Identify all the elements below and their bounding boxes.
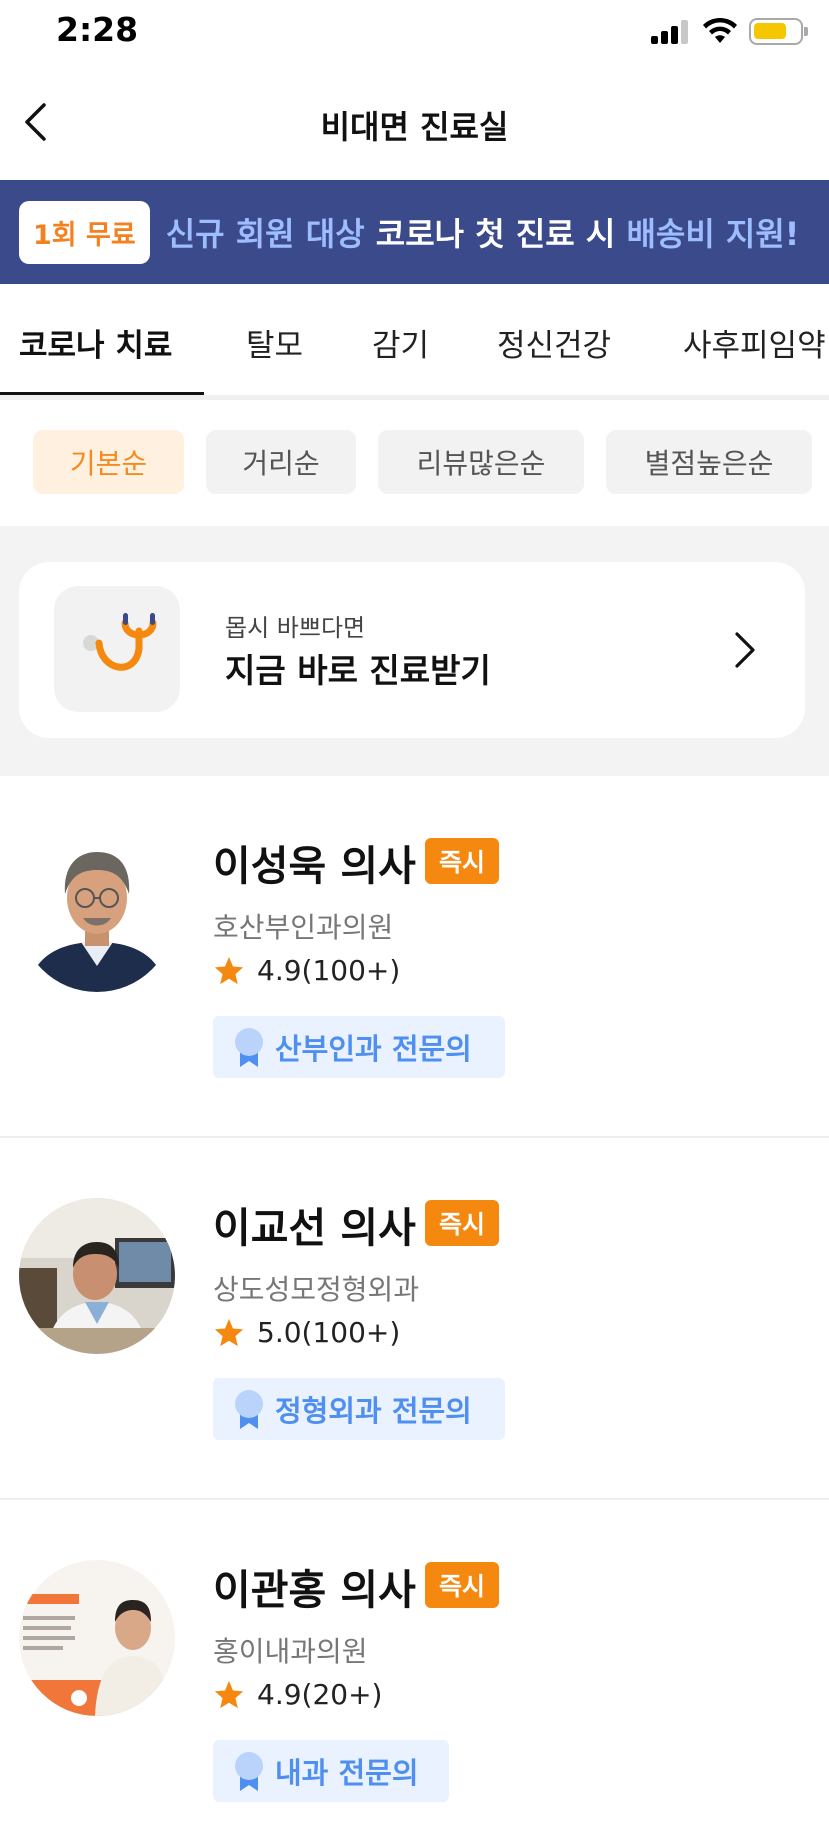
rating-value: 4.9(20+) bbox=[257, 1678, 383, 1711]
star-icon bbox=[214, 1680, 244, 1708]
active-tab-indicator bbox=[0, 392, 204, 395]
clinic-name: 홍이내과의원 bbox=[213, 1635, 368, 1668]
specialty-text: 산부인과 전문의 bbox=[275, 1032, 472, 1066]
stethoscope-icon bbox=[83, 613, 157, 671]
status-time: 2:28 bbox=[56, 10, 139, 49]
category-tabs: 코로나 치료 탈모 감기 정신건강 사후피임약 bbox=[0, 284, 829, 400]
battery-icon bbox=[749, 18, 808, 45]
quick-consult-card[interactable]: 몹시 바쁘다면 지금 바로 진료받기 bbox=[19, 562, 805, 738]
quick-consult-section: 몹시 바쁘다면 지금 바로 진료받기 bbox=[0, 526, 829, 776]
rating-row: 4.9(20+) bbox=[213, 1678, 382, 1711]
rating-value: 4.9(100+) bbox=[257, 954, 401, 987]
banner-text-part1: 신규 회원 대상 bbox=[165, 215, 376, 253]
medal-icon bbox=[235, 1390, 263, 1429]
quick-icon-box bbox=[54, 586, 180, 712]
specialty-badge: 산부인과 전문의 bbox=[213, 1016, 505, 1078]
sort-distance-chip[interactable]: 거리순 bbox=[206, 430, 356, 494]
tab-hair-loss[interactable]: 탈모 bbox=[246, 320, 303, 365]
wifi-icon bbox=[703, 17, 737, 43]
medal-icon bbox=[235, 1752, 263, 1791]
tab-mental-health[interactable]: 정신건강 bbox=[497, 320, 611, 365]
clinic-name: 호산부인과의원 bbox=[213, 911, 394, 944]
instant-badge: 즉시 bbox=[425, 1562, 500, 1608]
promo-banner[interactable]: 1회 무료 신규 회원 대상 코로나 첫 진료 시 배송비 지원! bbox=[0, 180, 829, 284]
doctor-name: 이성욱 의사 bbox=[213, 842, 416, 890]
star-icon bbox=[214, 1318, 244, 1346]
specialty-badge: 정형외과 전문의 bbox=[213, 1378, 505, 1440]
status-bar: 2:28 bbox=[0, 0, 829, 62]
doctor-card[interactable]: 이성욱 의사 즉시 호산부인과의원 4.9(100+) 산부인과 전문의 bbox=[0, 776, 829, 1138]
tab-cold[interactable]: 감기 bbox=[372, 320, 429, 365]
sort-default-chip[interactable]: 기본순 bbox=[33, 430, 184, 494]
specialty-text: 정형외과 전문의 bbox=[275, 1394, 472, 1428]
header: 비대면 진료실 bbox=[0, 62, 829, 180]
sort-rating-chip[interactable]: 별점높은순 bbox=[606, 430, 812, 494]
quick-consult-title: 지금 바로 진료받기 bbox=[225, 651, 491, 690]
specialty-text: 내과 전문의 bbox=[275, 1756, 419, 1790]
doctor-name: 이관홍 의사 bbox=[213, 1566, 416, 1614]
doctor-card[interactable]: 이관홍 의사 즉시 홍이내과의원 4.9(20+) 내과 전문의 bbox=[0, 1500, 829, 1826]
tab-covid[interactable]: 코로나 치료 bbox=[19, 320, 172, 365]
doctor-avatar bbox=[19, 1560, 175, 1716]
banner-text: 신규 회원 대상 코로나 첫 진료 시 배송비 지원! bbox=[166, 209, 800, 255]
medal-icon bbox=[235, 1028, 263, 1067]
banner-text-part3: 배송비 지원! bbox=[626, 215, 800, 253]
instant-badge: 즉시 bbox=[425, 838, 500, 884]
cellular-signal-icon bbox=[651, 20, 691, 44]
clinic-name: 상도성모정형외과 bbox=[213, 1273, 420, 1306]
doctor-avatar bbox=[19, 836, 175, 992]
banner-text-part2: 코로나 첫 진료 시 bbox=[375, 215, 627, 253]
quick-consult-subtitle: 몹시 바쁘다면 bbox=[225, 614, 366, 642]
specialty-badge: 내과 전문의 bbox=[213, 1740, 449, 1802]
doctor-card[interactable]: 이교선 의사 즉시 상도성모정형외과 5.0(100+) 정형외과 전문의 bbox=[0, 1138, 829, 1500]
rating-row: 4.9(100+) bbox=[213, 954, 400, 987]
doctor-name: 이교선 의사 bbox=[213, 1204, 416, 1252]
doctor-avatar bbox=[19, 1198, 175, 1354]
chevron-right-icon bbox=[725, 622, 765, 678]
page-title: 비대면 진료실 bbox=[320, 108, 509, 146]
tab-emergency-contraception[interactable]: 사후피임약 bbox=[683, 320, 826, 365]
instant-badge: 즉시 bbox=[425, 1200, 500, 1246]
sort-options: 기본순 거리순 리뷰많은순 별점높은순 bbox=[0, 400, 829, 526]
rating-row: 5.0(100+) bbox=[213, 1316, 400, 1349]
free-badge: 1회 무료 bbox=[19, 200, 150, 264]
star-icon bbox=[214, 956, 244, 984]
sort-reviews-chip[interactable]: 리뷰많은순 bbox=[378, 430, 584, 494]
rating-value: 5.0(100+) bbox=[257, 1316, 401, 1349]
